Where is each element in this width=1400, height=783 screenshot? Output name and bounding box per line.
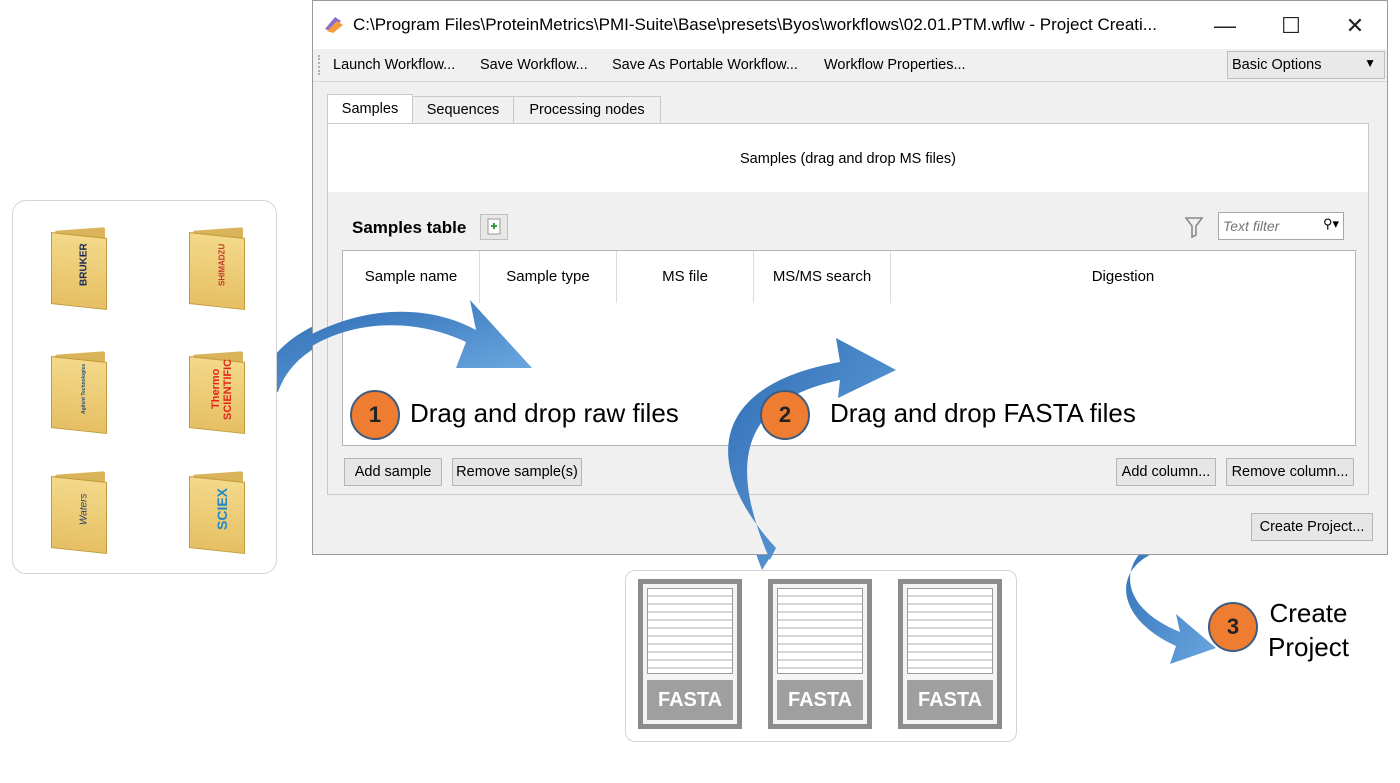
step-1-badge: 1	[350, 390, 400, 440]
fasta-file-icon[interactable]: FASTA	[898, 579, 1002, 729]
step-1-text: Drag and drop raw files	[410, 398, 679, 428]
fasta-file-icon[interactable]: FASTA	[638, 579, 742, 729]
fasta-files-panel: FASTA FASTA FASTA	[625, 570, 1017, 742]
fasta-file-label: FASTA	[647, 680, 733, 720]
fasta-file-icon[interactable]: FASTA	[768, 579, 872, 729]
step-3-badge: 3	[1208, 602, 1258, 652]
step-2-badge: 2	[760, 390, 810, 440]
fasta-file-label: FASTA	[777, 680, 863, 720]
fasta-file-label: FASTA	[907, 680, 993, 720]
step-2-text: Drag and drop FASTA files	[830, 398, 1136, 428]
step-3-text: Create Project	[1268, 598, 1349, 662]
